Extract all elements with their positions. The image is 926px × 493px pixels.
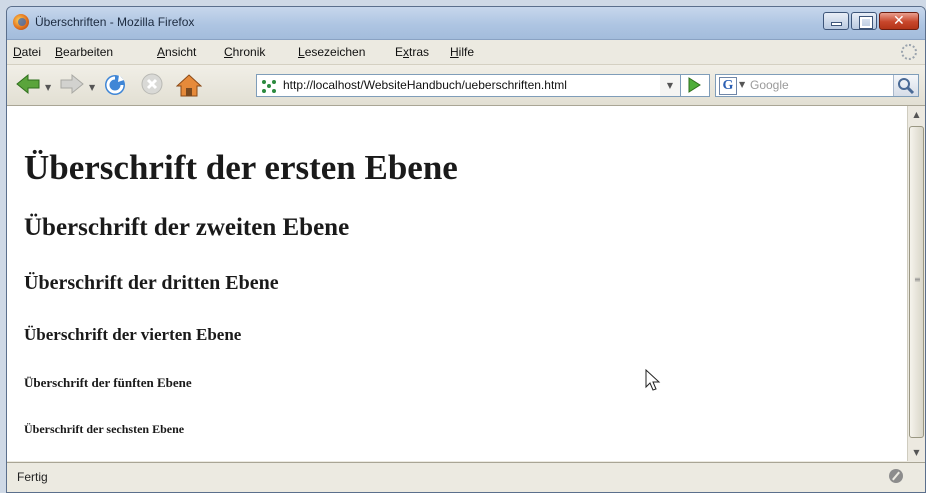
menu-hilfe-accesskey: H <box>450 45 459 59</box>
heading-level-1: Überschrift der ersten Ebene <box>24 148 458 187</box>
menu-extras-prefix: E <box>395 45 404 59</box>
heading-level-2: Überschrift der zweiten Ebene <box>24 214 350 241</box>
back-history-dropdown-icon[interactable]: ▼ <box>45 83 51 92</box>
search-engine-dropdown-icon[interactable]: ▼ <box>739 80 745 89</box>
home-button[interactable] <box>176 73 202 97</box>
menu-datei[interactable]: Datei <box>13 45 41 59</box>
back-button[interactable] <box>15 73 41 95</box>
url-history-dropdown-icon[interactable]: ▼ <box>660 74 681 97</box>
navigation-toolbar: ▼ ▼ http://localhost/WebsiteHandbuch/ueb… <box>7 65 925 106</box>
status-indicator-icon <box>889 469 903 483</box>
scroll-up-icon[interactable]: ▲ <box>908 106 925 123</box>
menu-extras-label: tras <box>409 45 430 59</box>
url-bar[interactable]: http://localhost/WebsiteHandbuch/uebersc… <box>256 74 710 97</box>
minimize-icon <box>832 23 841 25</box>
menu-lesezeichen[interactable]: Lesezeichen <box>298 45 365 59</box>
scroll-down-icon[interactable]: ▼ <box>908 444 925 461</box>
menu-lesezeichen-label: esezeichen <box>304 45 366 59</box>
vertical-scrollbar[interactable]: ▲ ≡ ▼ <box>907 106 925 461</box>
maximize-button[interactable] <box>851 12 877 30</box>
page-content: Überschrift der ersten Ebene Überschrift… <box>7 106 907 461</box>
heading-level-5: Überschrift der fünften Ebene <box>24 375 192 390</box>
scrollbar-thumb[interactable]: ≡ <box>909 126 924 438</box>
heading-level-4: Überschrift der vierten Ebene <box>24 325 242 344</box>
menu-chronik-label: hronik <box>232 45 266 59</box>
go-icon[interactable] <box>687 77 701 93</box>
menu-chronik[interactable]: Chronik <box>224 45 265 59</box>
menu-bearbeiten-label: earbeiten <box>63 45 114 59</box>
site-favicon-icon <box>262 80 276 93</box>
scrollbar-grip-icon: ≡ <box>914 275 921 284</box>
forward-button[interactable] <box>59 73 85 95</box>
back-arrow-icon <box>16 73 40 95</box>
stop-button[interactable] <box>141 73 163 95</box>
menu-ansicht[interactable]: Ansicht <box>157 45 196 59</box>
search-input[interactable]: Google <box>750 78 789 92</box>
throbber-icon <box>901 44 917 60</box>
menu-bar: Datei Bearbeiten Ansicht Chronik Lesezei… <box>7 40 925 65</box>
maximize-icon <box>860 17 872 28</box>
heading-level-6: Überschrift der sechsten Ebene <box>24 422 185 436</box>
window-title: Überschriften - Mozilla Firefox <box>35 15 195 29</box>
reload-button[interactable] <box>103 73 127 97</box>
forward-history-dropdown-icon[interactable]: ▼ <box>89 83 95 92</box>
mouse-cursor-icon <box>645 369 661 391</box>
status-text: Fertig <box>17 470 48 484</box>
close-button[interactable]: ✕ <box>879 12 919 30</box>
firefox-icon <box>13 14 29 30</box>
menu-chronik-accesskey: C <box>224 45 233 59</box>
search-engine-icon[interactable]: G <box>719 77 737 95</box>
home-icon <box>176 74 202 97</box>
search-bar[interactable]: G ▼ Google <box>715 74 919 97</box>
heading-level-3: Überschrift der dritten Ebene <box>24 272 279 294</box>
menu-lesezeichen-accesskey: L <box>298 45 305 59</box>
menu-datei-accesskey: D <box>13 45 22 59</box>
stop-icon <box>141 73 163 95</box>
menu-extras[interactable]: Extras <box>395 45 429 59</box>
url-text[interactable]: http://localhost/WebsiteHandbuch/uebersc… <box>283 78 567 92</box>
browser-window: Überschriften - Mozilla Firefox ✕ Datei … <box>6 6 926 493</box>
status-bar: Fertig <box>7 462 925 492</box>
close-icon: ✕ <box>893 13 905 29</box>
menu-hilfe[interactable]: Hilfe <box>450 45 474 59</box>
title-bar[interactable]: Überschriften - Mozilla Firefox ✕ <box>7 7 925 40</box>
minimize-button[interactable] <box>823 12 849 30</box>
menu-ansicht-label: nsicht <box>165 45 197 59</box>
menu-bearbeiten-accesskey: B <box>55 45 64 59</box>
reload-icon <box>105 75 125 95</box>
menu-datei-label: atei <box>21 45 42 59</box>
magnifier-icon <box>898 78 915 95</box>
menu-hilfe-label: ilfe <box>458 45 475 59</box>
menu-bearbeiten[interactable]: Bearbeiten <box>55 45 113 59</box>
menu-ansicht-accesskey: A <box>157 45 166 59</box>
forward-arrow-icon <box>60 73 84 95</box>
search-button[interactable] <box>893 75 918 96</box>
